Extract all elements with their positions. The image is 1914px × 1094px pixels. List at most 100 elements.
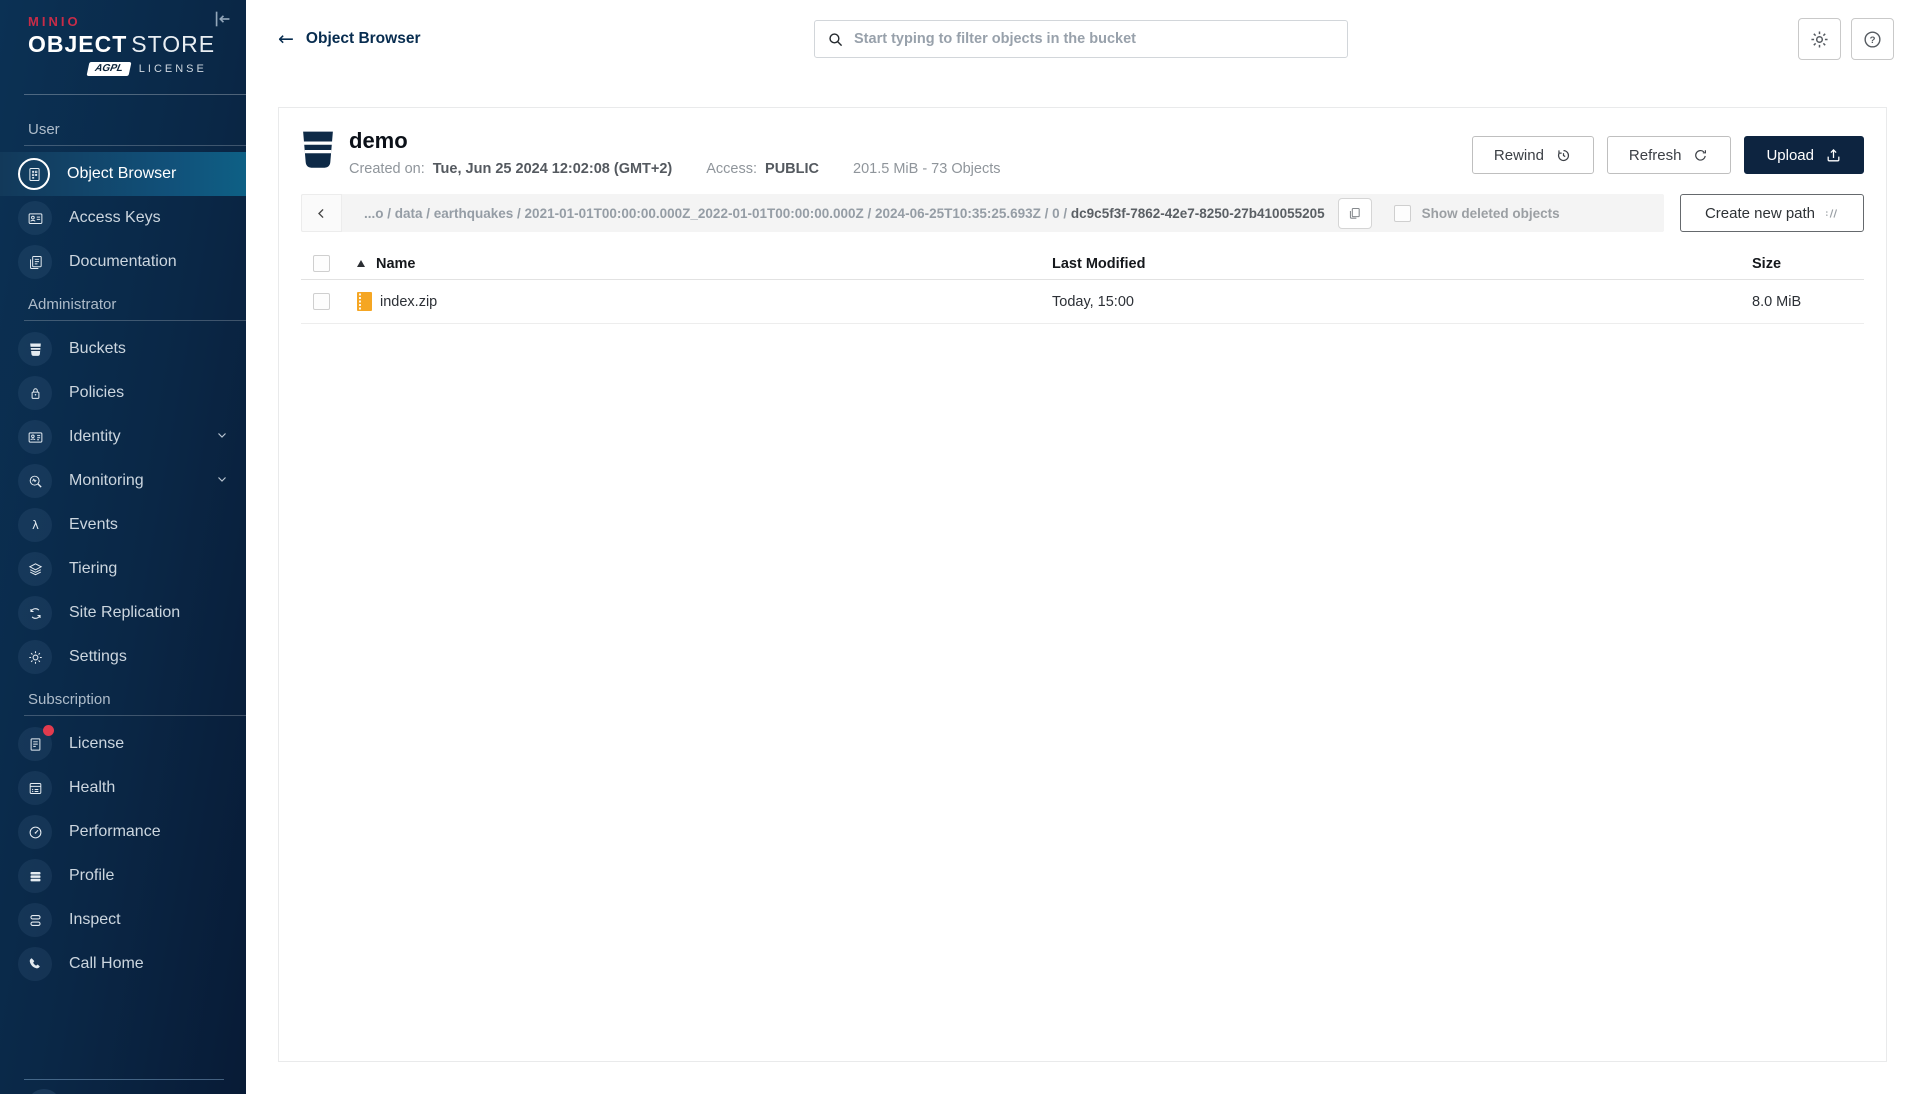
sidebar-item-events[interactable]: λ Events — [0, 503, 246, 547]
divider — [24, 715, 246, 716]
object-last-modified: Today, 15:00 — [1052, 293, 1134, 310]
agpl-badge: AGPL — [86, 62, 132, 76]
breadcrumb-back-button[interactable] — [301, 194, 342, 232]
gear-icon — [1811, 30, 1828, 48]
sidebar-item-label: Profile — [69, 867, 115, 884]
help-icon: ? — [1864, 30, 1881, 48]
sidebar-item-site-replication[interactable]: Site Replication — [0, 591, 246, 635]
sidebar-item-settings[interactable]: Settings — [0, 635, 246, 679]
divider — [24, 1079, 224, 1080]
created-value: Tue, Jun 25 2024 12:02:08 (GMT+2) — [432, 161, 673, 177]
section-label-administrator: Administrator — [28, 296, 117, 313]
object-filter-search — [814, 20, 1348, 58]
divider — [24, 94, 246, 95]
performance-icon — [18, 815, 52, 849]
site-replication-icon — [18, 596, 52, 630]
sidebar-item-label: Policies — [69, 384, 125, 401]
created-label: Created on: — [349, 161, 425, 177]
sidebar-item-access-keys[interactable]: Access Keys — [0, 196, 246, 240]
sidebar: MINIO OBJECT STORE AGPL LICENSE User Obje… — [0, 0, 246, 1094]
settings-icon — [18, 640, 52, 674]
bucket-header: demo Created on: Tue, Jun 25 2024 12:02:… — [301, 128, 1864, 177]
column-header-name[interactable]: Name — [357, 256, 1052, 272]
column-header-size: Size — [1752, 255, 1782, 272]
search-input[interactable] — [854, 31, 1335, 47]
sidebar-item-license[interactable]: License — [0, 722, 246, 766]
bucket-name: demo — [349, 128, 408, 153]
back-to-buckets-button[interactable]: ← Object Browser — [278, 27, 421, 50]
create-new-path-button[interactable]: Create new path — [1680, 194, 1864, 232]
policies-icon — [18, 376, 52, 410]
select-all-checkbox[interactable] — [313, 255, 330, 272]
chevron-left-icon — [318, 208, 324, 218]
page-title: Object Browser — [305, 30, 421, 47]
column-header-last-modified: Last Modified — [1052, 255, 1146, 272]
help-button[interactable]: ? — [1851, 18, 1894, 60]
zip-file-icon — [357, 292, 372, 311]
sidebar-item-label: License — [69, 735, 125, 752]
breadcrumb-current: dc9c5f3f-7862-42e7-8250-27b410055205 — [1070, 205, 1325, 221]
call-home-icon — [18, 947, 52, 981]
rewind-icon — [1557, 149, 1569, 161]
sidebar-item-label: Call Home — [69, 955, 144, 972]
copy-path-button[interactable] — [1337, 197, 1372, 229]
license-icon — [18, 725, 54, 761]
minio-logo: MINIO OBJECT STORE AGPL LICENSE — [0, 0, 246, 76]
sidebar-item-identity[interactable]: Identity — [0, 415, 246, 459]
sidebar-item-label: Site Replication — [69, 604, 181, 621]
sidebar-item-call-home[interactable]: Call Home — [0, 942, 246, 986]
chevron-down-icon — [216, 428, 228, 446]
breadcrumb-path[interactable]: ...o / data / earthquakes / 2021-01-01T0… — [364, 206, 1325, 221]
settings-gear-button[interactable] — [1798, 18, 1841, 60]
refresh-label: Refresh — [1628, 146, 1682, 164]
inspect-icon — [18, 903, 52, 937]
identity-icon — [18, 420, 52, 454]
topbar: ← Object Browser ? — [246, 0, 1914, 78]
back-arrow-icon: ← — [278, 27, 294, 50]
tiering-icon — [18, 552, 52, 586]
object-browser-card: demo Created on: Tue, Jun 25 2024 12:02:… — [278, 107, 1887, 1062]
rewind-button[interactable]: Rewind — [1471, 136, 1594, 174]
sidebar-item-label: Monitoring — [69, 472, 144, 489]
sidebar-item-label: Health — [69, 779, 116, 796]
refresh-button[interactable]: Refresh — [1606, 136, 1732, 174]
upload-button[interactable]: Upload — [1744, 136, 1864, 174]
health-icon — [18, 771, 52, 805]
upload-label: Upload — [1766, 146, 1814, 164]
sidebar-item-label: Documentation — [69, 253, 177, 270]
object-name-link[interactable]: index.zip — [380, 294, 437, 310]
sidebar-item-object-browser[interactable]: Object Browser — [0, 152, 246, 196]
show-deleted-checkbox[interactable] — [1393, 204, 1411, 222]
sidebar-item-monitoring[interactable]: Monitoring — [0, 459, 246, 503]
sidebar-item-tiering[interactable]: Tiering — [0, 547, 246, 591]
svg-text:?: ? — [1870, 35, 1876, 46]
search-icon — [829, 32, 843, 46]
object-size: 8.0 MiB — [1752, 293, 1802, 310]
sidebar-item-label: Settings — [69, 648, 127, 665]
sidebar-item-buckets[interactable]: Buckets — [0, 327, 246, 371]
divider — [24, 320, 246, 321]
table-row[interactable]: index.zip Today, 15:00 8.0 MiB — [301, 280, 1864, 324]
sidebar-item-performance[interactable]: Performance — [0, 810, 246, 854]
sidebar-item-label: Tiering — [69, 560, 118, 577]
documentation-icon — [18, 245, 52, 279]
partial-menu-item-icon — [27, 1089, 61, 1094]
collapse-sidebar-icon[interactable] — [212, 8, 234, 30]
create-new-path-label: Create new path — [1704, 204, 1816, 222]
sidebar-item-profile[interactable]: Profile — [0, 854, 246, 898]
bucket-usage: 201.5 MiB - 73 Objects — [853, 161, 1001, 177]
sidebar-item-documentation[interactable]: Documentation — [0, 240, 246, 284]
sidebar-item-health[interactable]: Health — [0, 766, 246, 810]
sidebar-item-inspect[interactable]: Inspect — [0, 898, 246, 942]
row-checkbox[interactable] — [313, 293, 330, 310]
path-bar: ...o / data / earthquakes / 2021-01-01T0… — [301, 194, 1864, 232]
copy-icon — [1350, 207, 1360, 219]
object-browser-icon — [18, 158, 50, 190]
sidebar-item-policies[interactable]: Policies — [0, 371, 246, 415]
access-keys-icon — [18, 201, 52, 235]
upload-icon — [1827, 148, 1840, 161]
new-path-icon — [1826, 208, 1838, 218]
sidebar-item-label: Object Browser — [67, 165, 177, 182]
events-icon: λ — [18, 508, 52, 542]
sidebar-item-label: Performance — [69, 823, 161, 840]
